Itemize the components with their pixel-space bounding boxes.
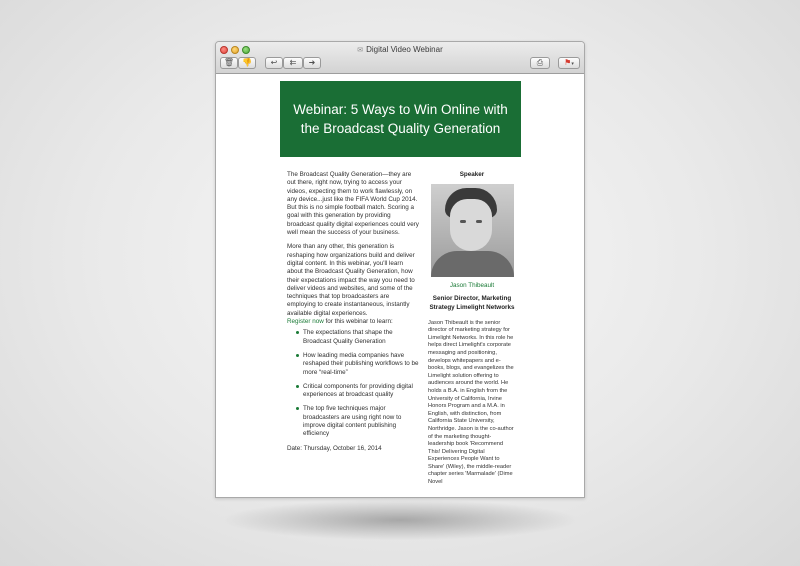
- register-line: Register now for this webinar to learn:: [287, 318, 419, 326]
- description-paragraph: More than any other, this generation is …: [287, 243, 415, 317]
- bullet-icon: [296, 384, 299, 388]
- list-item-text: The top five techniques major broadcaste…: [303, 405, 402, 438]
- reply-all-button[interactable]: ⇇: [283, 57, 303, 69]
- speaker-title: Senior Director, Marketing Strategy Lime…: [429, 294, 515, 311]
- speaker-name[interactable]: Jason Thibeault: [428, 282, 516, 290]
- speaker-sidebar: Speaker Jason Thibeault Senior Director,…: [428, 171, 516, 487]
- message-content[interactable]: Webinar: 5 Ways to Win Online with the B…: [216, 75, 584, 497]
- forward-icon: ➜: [308, 58, 316, 67]
- message-body: The Broadcast Quality Generation—they ar…: [287, 171, 419, 453]
- reply-button[interactable]: ↩: [265, 57, 283, 69]
- learning-list: The expectations that shape the Broadcas…: [287, 329, 419, 438]
- list-item: Critical components for providing digita…: [287, 383, 419, 400]
- junk-button[interactable]: 👎: [238, 57, 256, 69]
- banner-title: Webinar: 5 Ways to Win Online with the B…: [293, 102, 508, 136]
- list-item-text: Critical components for providing digita…: [303, 382, 413, 399]
- chevron-down-icon: ▾: [571, 61, 574, 67]
- intro-paragraph: The Broadcast Quality Generation—they ar…: [287, 171, 419, 237]
- speaker-heading: Speaker: [459, 171, 485, 178]
- list-item-text: How leading media companies have reshape…: [303, 351, 419, 376]
- delete-button[interactable]: 🗑: [220, 57, 238, 69]
- bullet-icon: [296, 353, 299, 357]
- trash-icon: 🗑: [223, 58, 235, 67]
- junk-icon: 👎: [242, 58, 252, 67]
- forward-button[interactable]: ➜: [303, 57, 321, 69]
- register-link[interactable]: Register now: [287, 318, 324, 325]
- register-text: for this webinar to learn:: [323, 318, 393, 326]
- print-icon: ⎙: [536, 58, 544, 67]
- speaker-bio: Jason Thibeault is the senior director o…: [428, 319, 514, 486]
- bullet-icon: [296, 331, 299, 335]
- window-title-text: Digital Video Webinar: [366, 45, 443, 54]
- bullet-icon: [296, 407, 299, 411]
- window-title: ✉ Digital Video Webinar: [216, 44, 584, 56]
- reply-all-icon: ⇇: [289, 58, 297, 67]
- list-item: How leading media companies have reshape…: [287, 352, 419, 377]
- list-item: The top five techniques major broadcaste…: [287, 405, 419, 438]
- toolbar: 🗑 👎 ↩ ⇇ ➜ ⎙ ⚑▾: [220, 57, 580, 70]
- flag-icon: ⚑: [564, 58, 572, 67]
- title-bar[interactable]: ✉ Digital Video Webinar 🗑 👎 ↩ ⇇ ➜ ⎙ ⚑▾: [216, 42, 584, 74]
- print-button[interactable]: ⎙: [530, 57, 550, 69]
- mail-window: ✉ Digital Video Webinar 🗑 👎 ↩ ⇇ ➜ ⎙ ⚑▾ We…: [215, 41, 585, 498]
- flag-button[interactable]: ⚑▾: [558, 57, 580, 69]
- list-item: The expectations that shape the Broadcas…: [287, 329, 419, 346]
- mail-icon: ✉: [357, 47, 364, 54]
- list-item-text: The expectations that shape the Broadcas…: [303, 329, 393, 345]
- window-shadow: [225, 500, 575, 540]
- webinar-banner: Webinar: 5 Ways to Win Online with the B…: [280, 81, 521, 157]
- reply-icon: ↩: [270, 58, 278, 67]
- webinar-date: Date: Thursday, October 16, 2014: [287, 444, 382, 452]
- speaker-photo: [430, 184, 514, 278]
